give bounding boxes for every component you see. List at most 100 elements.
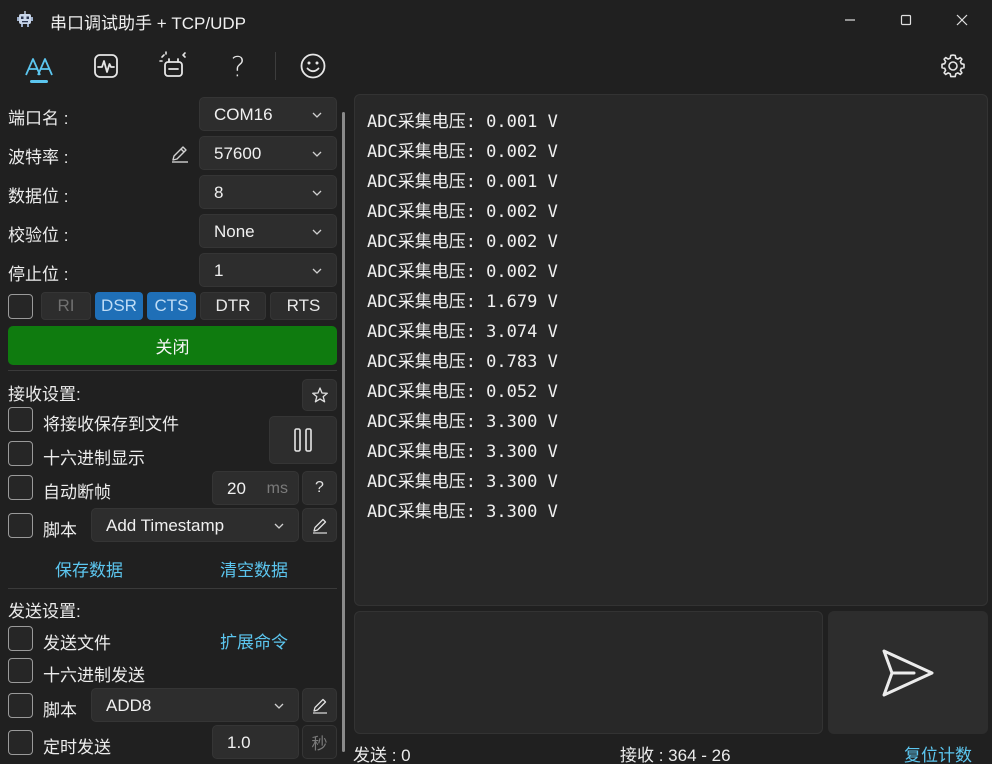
send-file-checkbox[interactable]: [8, 626, 33, 651]
chevron-down-icon: [274, 703, 284, 709]
parity-select[interactable]: None: [199, 214, 337, 248]
receive-line: ADC采集电压: 1.679 V: [367, 292, 558, 312]
timed-send-interval-value: 1.0: [227, 733, 251, 752]
serial-mode-button[interactable]: [21, 48, 57, 84]
cts-indicator: CTS: [147, 292, 196, 320]
clear-data-link[interactable]: 清空数据: [220, 556, 288, 581]
chevron-down-icon: [312, 112, 322, 118]
hex-display-checkbox[interactable]: [8, 441, 33, 466]
help-icon: ?: [315, 479, 324, 496]
receive-script-select[interactable]: Add Timestamp: [91, 508, 299, 542]
databits-label: 数据位 :: [8, 187, 69, 206]
hex-send-checkbox[interactable]: [8, 658, 33, 683]
auto-frame-checkbox[interactable]: [8, 475, 33, 500]
receive-textarea[interactable]: ADC采集电压: 0.001 V ADC采集电压: 0.002 V ADC采集电压:…: [354, 94, 988, 606]
edit-receive-script-button[interactable]: [302, 508, 337, 542]
tools-button[interactable]: [155, 48, 191, 84]
send-file-label: 发送文件: [43, 634, 111, 653]
pause-icon: [294, 428, 312, 452]
chevron-down-icon: [312, 151, 322, 157]
toolbar: ?: [0, 40, 992, 92]
hex-display-label: 十六进制显示: [43, 449, 145, 468]
receive-settings-title: 接收设置:: [8, 385, 81, 404]
help-icon: ?: [230, 49, 246, 83]
receive-script-checkbox[interactable]: [8, 513, 33, 538]
auto-frame-label: 自动断帧: [43, 483, 111, 502]
gear-icon: [941, 54, 965, 78]
help-button[interactable]: ?: [220, 48, 256, 84]
edit-baud-icon[interactable]: [169, 142, 191, 164]
close-port-button[interactable]: 关闭: [8, 326, 337, 365]
close-window-button[interactable]: [934, 0, 990, 40]
parity-label: 校验位 :: [8, 226, 69, 245]
send-settings-title: 发送设置:: [8, 602, 81, 621]
timed-unit-box: 秒: [302, 725, 337, 759]
chevron-down-icon: [312, 229, 322, 235]
port-value: COM16: [214, 105, 273, 124]
save-to-file-label: 将接收保存到文件: [43, 415, 179, 434]
ri-indicator: RI: [41, 292, 91, 320]
receive-line: ADC采集电压: 0.002 V: [367, 202, 558, 222]
receive-line: ADC采集电压: 0.783 V: [367, 352, 558, 372]
save-to-file-checkbox[interactable]: [8, 407, 33, 432]
settings-button[interactable]: [935, 48, 971, 84]
send-button[interactable]: [828, 611, 988, 734]
maximize-button[interactable]: [878, 0, 934, 40]
left-panel-scrollbar[interactable]: [342, 112, 345, 752]
flow-control-checkbox[interactable]: [8, 294, 33, 319]
port-select[interactable]: COM16: [199, 97, 337, 131]
receive-script-label: 脚本: [43, 521, 77, 540]
send-icon: [882, 649, 934, 696]
timed-send-checkbox[interactable]: [8, 730, 33, 755]
parity-value: None: [214, 222, 255, 241]
send-script-label: 脚本: [43, 701, 77, 720]
favorite-button[interactable]: [302, 379, 337, 411]
stopbits-select[interactable]: 1: [199, 253, 337, 287]
receive-line: ADC采集电压: 0.052 V: [367, 382, 558, 402]
baud-select[interactable]: 57600: [199, 136, 337, 170]
pen-icon: [312, 518, 327, 534]
reset-count-link[interactable]: 复位计数: [904, 741, 972, 764]
receive-line: ADC采集电压: 3.300 V: [367, 442, 558, 462]
receive-script-value: Add Timestamp: [106, 516, 225, 535]
frame-interval-unit: ms: [266, 480, 288, 497]
receive-line: ADC采集电压: 0.001 V: [367, 112, 558, 132]
app-robot-icon: [17, 11, 33, 27]
pause-button[interactable]: [269, 416, 337, 464]
divider: [8, 588, 337, 589]
databits-select[interactable]: 8: [199, 175, 337, 209]
port-label: 端口名 :: [8, 109, 69, 128]
receive-line: ADC采集电压: 3.300 V: [367, 412, 558, 432]
rts-button[interactable]: RTS: [270, 292, 337, 320]
databits-value: 8: [214, 183, 224, 202]
send-script-select[interactable]: ADD8: [91, 688, 299, 722]
timed-send-label: 定时发送: [43, 738, 111, 757]
timed-send-unit: 秒: [311, 736, 328, 753]
send-script-value: ADD8: [106, 696, 152, 715]
receive-line: ADC采集电压: 0.001 V: [367, 172, 558, 192]
waveform-icon: [94, 54, 118, 78]
timed-send-interval-input[interactable]: 1.0: [212, 725, 299, 759]
edit-send-script-button[interactable]: [302, 688, 337, 722]
stopbits-value: 1: [214, 261, 224, 280]
dtr-button[interactable]: DTR: [200, 292, 266, 320]
hex-send-label: 十六进制发送: [43, 666, 145, 685]
send-textarea[interactable]: [354, 611, 823, 734]
title-bar: 串口调试助手 + TCP/UDP: [0, 0, 992, 40]
active-tab-indicator: [30, 80, 48, 83]
baud-label: 波特率 :: [8, 148, 69, 167]
stopbits-label: 停止位 :: [8, 265, 69, 284]
chevron-down-icon: [274, 523, 284, 529]
frame-help-button[interactable]: ?: [302, 471, 337, 505]
about-button[interactable]: [295, 48, 331, 84]
save-data-link[interactable]: 保存数据: [55, 556, 123, 581]
frame-interval-input[interactable]: 20 ms: [212, 471, 299, 505]
send-script-checkbox[interactable]: [8, 693, 33, 718]
minimize-button[interactable]: [822, 0, 878, 40]
ext-commands-link[interactable]: 扩展命令: [220, 628, 288, 653]
sent-count: 发送 : 0: [353, 746, 411, 764]
waveform-button[interactable]: [88, 48, 124, 84]
pen-icon: [312, 698, 327, 714]
star-icon: [311, 387, 328, 403]
close-icon: [956, 14, 968, 26]
